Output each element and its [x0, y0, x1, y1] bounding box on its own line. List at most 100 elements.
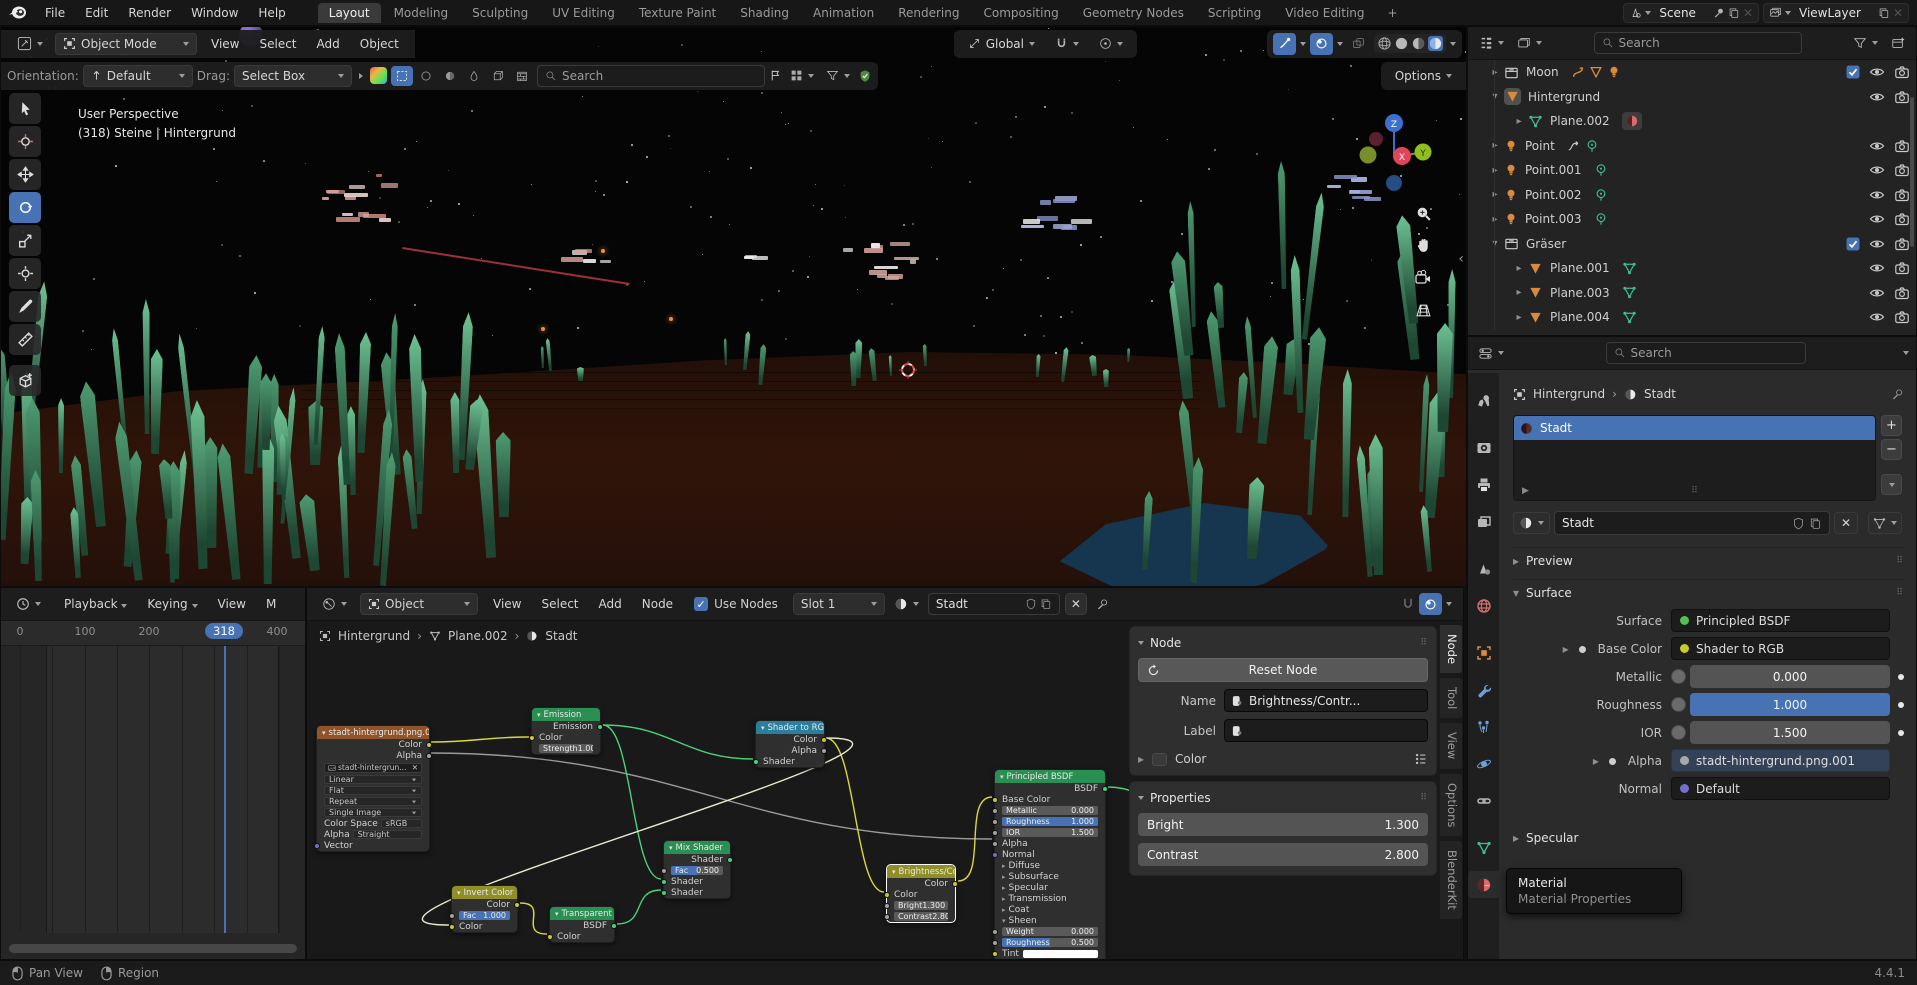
options-dropdown[interactable]: Options — [1387, 65, 1460, 87]
node-panel-title[interactable]: Node — [1150, 636, 1181, 650]
node-label-field[interactable] — [1224, 719, 1428, 742]
node-slider[interactable]: Fac0.500 — [671, 866, 723, 875]
constraints-tab[interactable] — [1468, 787, 1499, 814]
slot-list-drag-dots[interactable]: ⠿ — [1514, 486, 1875, 496]
unlink-material-button[interactable]: ✕ — [1065, 593, 1087, 615]
input-socket[interactable] — [992, 852, 998, 858]
output-tab[interactable] — [1468, 471, 1499, 498]
outliner-item-label[interactable]: Plane.003 — [1550, 286, 1610, 300]
node-brightness-contrast[interactable]: ▾Brightness/ContrastColorColorBright1.30… — [886, 864, 956, 923]
outliner-row-point-003[interactable]: ▸Point.003 — [1468, 207, 1916, 232]
new-collection-button[interactable] — [1887, 32, 1909, 54]
cursor-tool[interactable] — [9, 126, 41, 157]
node-row[interactable]: BSDF — [995, 783, 1105, 794]
region-collapse-arrow[interactable]: ‹ — [1458, 251, 1464, 267]
node-header[interactable]: ▾Brightness/Contrast — [887, 865, 955, 878]
surface-section[interactable]: ▾Surface⠿ — [1513, 579, 1904, 605]
shader-type-selector[interactable]: Object — [360, 593, 478, 615]
input-socket[interactable] — [661, 868, 667, 874]
viewport-menu-add[interactable]: Add — [307, 35, 350, 53]
node-slider[interactable]: Contrast2.800 — [894, 912, 948, 921]
output-socket[interactable] — [426, 753, 432, 759]
render-tab[interactable] — [1468, 434, 1499, 461]
node-header[interactable]: ▾Emission — [532, 708, 600, 721]
copy-material-icon[interactable] — [1040, 598, 1052, 610]
bright-slider[interactable]: Bright1.300 — [1138, 813, 1428, 836]
timeline-scrollbar[interactable] — [9, 944, 297, 953]
node-row[interactable]: Color — [756, 734, 824, 745]
measure-tool[interactable] — [9, 324, 41, 355]
viewport-menu-select[interactable]: Select — [249, 35, 306, 53]
node-name-field[interactable]: Brightness/Contr... — [1224, 689, 1428, 712]
outliner-row-gr-ser[interactable]: ▾Gräser — [1468, 232, 1916, 257]
node-row[interactable]: Fac1.000 — [452, 910, 517, 921]
copy-viewlayer-icon[interactable] — [1878, 7, 1890, 19]
input-socket[interactable] — [992, 819, 998, 825]
prop-slider-ior[interactable]: 1.500 — [1690, 721, 1890, 744]
snap-magnet-icon[interactable] — [1047, 33, 1087, 55]
disable-render-camera-icon[interactable] — [1894, 236, 1910, 252]
breadcrumb-object[interactable]: Hintergrund — [1533, 387, 1605, 401]
shader-editor-type-button[interactable] — [314, 593, 355, 615]
outliner-item-label[interactable]: Plane.004 — [1550, 310, 1610, 324]
material-browse-button[interactable] — [1513, 512, 1550, 534]
input-socket[interactable] — [992, 951, 998, 957]
node-header[interactable]: ▾stadt-hintergrund.png.001 — [317, 726, 429, 739]
node-slider[interactable]: Metallic0.000 — [1002, 806, 1098, 815]
overlays-toggle[interactable] — [1419, 593, 1442, 615]
decorator-circle[interactable] — [1671, 669, 1686, 684]
hide-eye-icon[interactable] — [1869, 309, 1885, 325]
pin-icon[interactable] — [1096, 598, 1109, 611]
node-row[interactable]: Weight0.000 — [995, 926, 1105, 937]
input-socket[interactable] — [884, 892, 890, 898]
input-socket[interactable] — [449, 924, 455, 930]
disable-render-camera-icon[interactable] — [1894, 285, 1910, 301]
shading-wireframe-icon[interactable] — [1377, 36, 1392, 51]
node-slider[interactable]: Bright1.300 — [894, 901, 948, 910]
hide-eye-icon[interactable] — [1869, 285, 1885, 301]
node-slider[interactable]: Strength1.000 — [539, 744, 593, 753]
outliner-row-plane-001[interactable]: ▸Plane.001 — [1468, 256, 1916, 281]
node-principled-bsdf[interactable]: ▾Principled BSDFBSDFBase ColorMetallic0.… — [994, 769, 1106, 960]
viewport-menu-object[interactable]: Object — [350, 35, 409, 53]
workspace-tab-video-editing[interactable]: Video Editing — [1274, 3, 1375, 23]
select-tool[interactable] — [9, 93, 41, 124]
outliner-item-label[interactable]: Point.003 — [1525, 212, 1582, 226]
outliner-item-label[interactable]: Plane.002 — [1550, 114, 1610, 128]
timeline-menu-m[interactable]: M — [256, 595, 286, 613]
node-row[interactable]: AlphaStraight — [317, 829, 429, 840]
timeline-area[interactable] — [1, 646, 305, 933]
node-transparent-bsdf[interactable]: ▾Transparent BSDFBSDFColor — [549, 906, 615, 943]
pan-hand-icon[interactable] — [1415, 237, 1432, 254]
transform-tool[interactable] — [9, 258, 41, 289]
display-mode-icon[interactable] — [786, 65, 818, 87]
input-socket[interactable] — [661, 879, 667, 885]
breadcrumb-material[interactable]: Stadt — [1644, 387, 1676, 401]
editor-type-button[interactable] — [9, 33, 51, 55]
particles-tab[interactable] — [1468, 713, 1499, 740]
expand-arrow[interactable]: ▸ — [1488, 140, 1502, 151]
menu-render[interactable]: Render — [118, 4, 181, 22]
menu-window[interactable]: Window — [181, 4, 248, 22]
disable-render-camera-icon[interactable] — [1894, 138, 1910, 154]
properties-options-chevron[interactable] — [1903, 351, 1909, 355]
input-socket[interactable] — [992, 929, 998, 935]
input-socket[interactable] — [314, 843, 320, 849]
node-row[interactable]: Color — [452, 899, 517, 910]
physics-tab[interactable] — [1468, 750, 1499, 777]
hide-eye-icon[interactable] — [1869, 260, 1885, 276]
node-menu-view[interactable]: View — [483, 595, 531, 613]
modifiers-tab[interactable] — [1468, 676, 1499, 703]
workspace-tab-sculpting[interactable]: Sculpting — [461, 3, 539, 23]
input-socket[interactable] — [992, 797, 998, 803]
timeline-menu-playback[interactable]: Playback — [54, 595, 137, 613]
node-slider[interactable]: IOR1.500 — [1002, 828, 1098, 837]
node-row[interactable]: Shader — [664, 854, 730, 865]
node-slider[interactable]: Roughness1.000 — [1002, 817, 1098, 826]
output-socket[interactable] — [952, 881, 958, 887]
reset-node-button[interactable]: Reset Node — [1138, 658, 1428, 682]
world-tab[interactable] — [1468, 592, 1499, 619]
node-row[interactable]: Color — [452, 921, 517, 932]
output-socket[interactable] — [597, 724, 603, 730]
slot-specials-button[interactable] — [1881, 474, 1902, 495]
